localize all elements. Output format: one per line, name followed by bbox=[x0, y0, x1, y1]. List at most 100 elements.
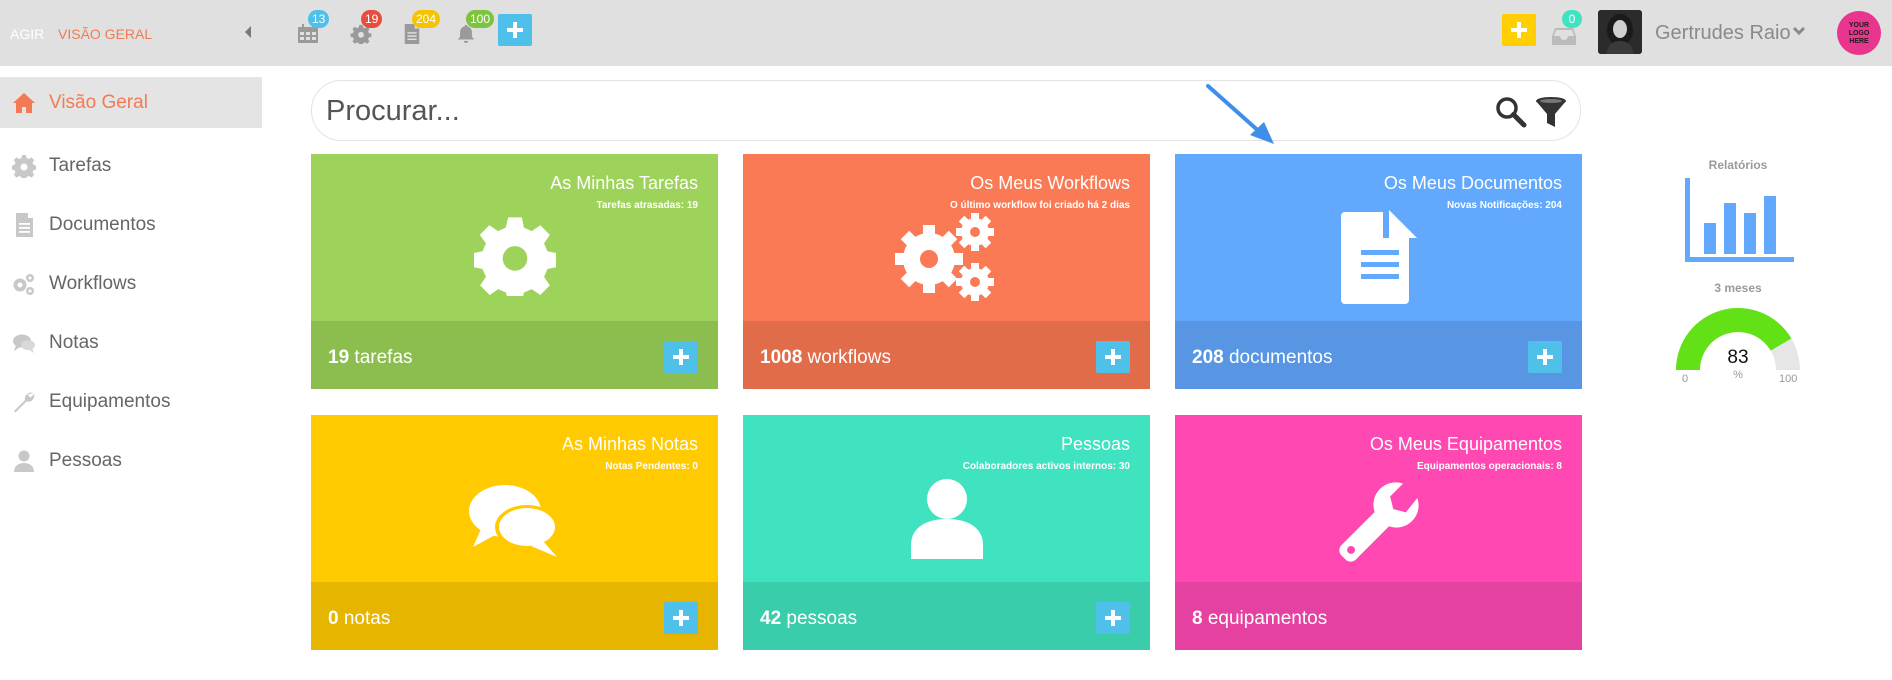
reports-period: 3 meses bbox=[1714, 281, 1762, 295]
bar-chart-icon[interactable] bbox=[1682, 178, 1794, 264]
sidebar-item-documents[interactable]: Documentos bbox=[0, 195, 262, 254]
tile-title: Os Meus Documentos bbox=[1383, 173, 1562, 193]
tile-title: Os Meus Equipamentos bbox=[1369, 434, 1562, 454]
tile-count-unit: tarefas bbox=[349, 347, 413, 368]
tile-people[interactable]: Pessoas Colaboradores activos internos: … bbox=[743, 415, 1150, 650]
tasks-badge: 19 bbox=[361, 10, 383, 28]
home-icon bbox=[13, 93, 35, 113]
gears-icon bbox=[13, 274, 34, 295]
sidebar-item-label: Equipamentos bbox=[49, 391, 171, 412]
sidebar-item-people[interactable]: Pessoas bbox=[0, 431, 262, 490]
tile-count: 42 bbox=[760, 608, 782, 629]
alerts-badge: 100 bbox=[466, 10, 495, 28]
tile-count: 208 bbox=[1192, 347, 1224, 368]
tile-documents[interactable]: Os Meus Documentos Novas Notificações: 2… bbox=[1175, 154, 1582, 389]
plus-icon bbox=[1511, 22, 1527, 38]
tile-count-label: 42 pessoas bbox=[760, 608, 857, 630]
tile-subtitle: Notas Pendentes: 0 bbox=[605, 461, 698, 472]
gauge-value: 83 bbox=[1727, 347, 1749, 368]
tile-subtitle: O último workflow foi criado há 2 dias bbox=[949, 200, 1130, 211]
tile-count-unit: pessoas bbox=[781, 608, 858, 629]
tile-count: 0 bbox=[328, 608, 339, 629]
avatar-photo bbox=[1598, 10, 1642, 54]
sidebar-item-label: Tarefas bbox=[49, 155, 112, 176]
plus-icon bbox=[1105, 349, 1121, 365]
tile-header: Os Meus Documentos Novas Notificações: 2… bbox=[1175, 154, 1582, 321]
tile-title: As Minhas Tarefas bbox=[550, 173, 698, 193]
gear-icon bbox=[12, 155, 36, 178]
chat-icon bbox=[13, 334, 35, 353]
tile-count-unit: notas bbox=[338, 608, 391, 629]
add-workflow-button[interactable] bbox=[1096, 341, 1130, 373]
documents-notifications[interactable]: 204 bbox=[398, 10, 441, 48]
tile-count-unit: workflows bbox=[802, 347, 891, 368]
add-document-button[interactable] bbox=[1528, 341, 1562, 373]
tile-subtitle: Tarefas atrasadas: 19 bbox=[596, 200, 698, 211]
plus-icon bbox=[507, 22, 523, 38]
plus-icon bbox=[1537, 349, 1553, 365]
sidebar-item-label: Pessoas bbox=[49, 450, 122, 471]
tile-count-label: 208 documentos bbox=[1192, 347, 1333, 369]
tile-subtitle: Equipamentos operacionais: 8 bbox=[1416, 461, 1562, 472]
tile-subtitle: Novas Notificações: 204 bbox=[1446, 200, 1562, 211]
tile-footer: 208 documentos bbox=[1175, 321, 1582, 389]
chevron-down-icon[interactable] bbox=[1792, 26, 1806, 36]
sidebar-item-overview[interactable]: Visão Geral bbox=[0, 77, 262, 128]
tile-footer: 0 notas bbox=[311, 582, 718, 650]
gauge-unit: % bbox=[1733, 369, 1743, 381]
tile-header: Os Meus Equipamentos Equipamentos operac… bbox=[1175, 415, 1582, 582]
tile-count-unit: documentos bbox=[1223, 347, 1333, 368]
breadcrumb-root[interactable]: AGIR bbox=[10, 26, 44, 42]
sidebar-item-label: Documentos bbox=[49, 214, 156, 235]
document-icon bbox=[1340, 210, 1417, 304]
pointer-arrow-icon bbox=[1206, 84, 1274, 144]
gauge-min: 0 bbox=[1682, 373, 1689, 385]
tile-tasks[interactable]: As Minhas Tarefas Tarefas atrasadas: 19 … bbox=[311, 154, 718, 389]
collapse-sidebar-icon[interactable] bbox=[243, 24, 253, 40]
tile-footer: 19 tarefas bbox=[311, 321, 718, 389]
tile-count-label: 8 equipamentos bbox=[1192, 608, 1327, 630]
add-note-button[interactable] bbox=[664, 602, 698, 634]
tile-count-label: 19 tarefas bbox=[328, 347, 413, 369]
tile-count-unit: equipamentos bbox=[1202, 608, 1328, 629]
calendar-notifications[interactable]: 13 bbox=[294, 10, 330, 48]
sidebar-item-label: Notas bbox=[49, 332, 99, 353]
tile-footer: 1008 workflows bbox=[743, 321, 1150, 389]
user-avatar[interactable] bbox=[1598, 10, 1642, 54]
calendar-badge: 13 bbox=[308, 10, 330, 28]
search-bar bbox=[311, 80, 1581, 141]
create-new-button[interactable] bbox=[1502, 14, 1536, 46]
sidebar-item-workflows[interactable]: Workflows bbox=[0, 254, 262, 313]
tile-notes[interactable]: As Minhas Notas Notas Pendentes: 0 0 not… bbox=[311, 415, 718, 650]
inbox-badge: 0 bbox=[1562, 10, 1582, 28]
wrench-icon bbox=[1338, 482, 1419, 562]
inbox-notifications[interactable]: 0 bbox=[1548, 10, 1582, 48]
sidebar-item-tasks[interactable]: Tarefas bbox=[0, 136, 262, 195]
search-icon[interactable] bbox=[1495, 96, 1527, 128]
add-task-button[interactable] bbox=[664, 341, 698, 373]
sidebar: Visão Geral Tarefas Documentos Workflows… bbox=[0, 77, 262, 490]
tile-footer: 42 pessoas bbox=[743, 582, 1150, 650]
user-name[interactable]: Gertrudes Raio bbox=[1655, 22, 1791, 45]
sidebar-item-equipment[interactable]: Equipamentos bbox=[0, 372, 262, 431]
tile-count-label: 1008 workflows bbox=[760, 347, 891, 369]
tile-title: Pessoas bbox=[1060, 434, 1130, 454]
tasks-notifications[interactable]: 19 bbox=[347, 10, 383, 48]
sidebar-item-label: Visão Geral bbox=[49, 92, 148, 113]
alerts-notifications[interactable]: 100 bbox=[452, 10, 495, 48]
tile-header: As Minhas Tarefas Tarefas atrasadas: 19 bbox=[311, 154, 718, 321]
filter-icon[interactable] bbox=[1534, 95, 1568, 129]
person-icon bbox=[910, 479, 983, 559]
add-person-button[interactable] bbox=[1096, 602, 1130, 634]
plus-icon bbox=[1105, 610, 1121, 626]
tile-title: As Minhas Notas bbox=[561, 434, 698, 454]
tile-workflows[interactable]: Os Meus Workflows O último workflow foi … bbox=[743, 154, 1150, 389]
tile-equipment[interactable]: Os Meus Equipamentos Equipamentos operac… bbox=[1175, 415, 1582, 650]
sidebar-item-notes[interactable]: Notas bbox=[0, 313, 262, 372]
document-icon bbox=[16, 213, 33, 237]
documents-badge: 204 bbox=[412, 10, 441, 28]
breadcrumb-current: VISÃO GERAL bbox=[58, 26, 153, 42]
tile-header: Pessoas Colaboradores activos internos: … bbox=[743, 415, 1150, 582]
quick-add-button[interactable] bbox=[498, 14, 532, 46]
reports-title[interactable]: Relatórios bbox=[1660, 158, 1816, 172]
